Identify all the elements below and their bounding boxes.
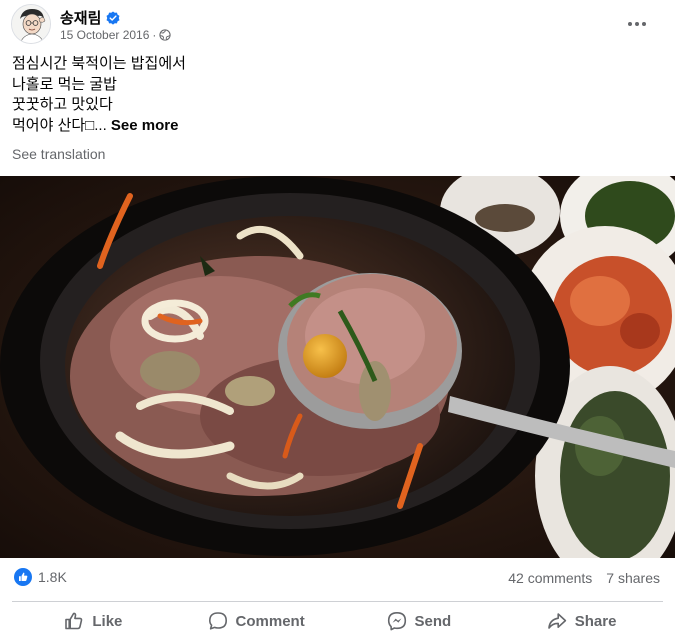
reaction-summary[interactable]: 1.8K (14, 568, 67, 586)
post-photo[interactable] (0, 176, 675, 558)
see-translation-link[interactable]: See translation (12, 146, 105, 162)
comment-label: Comment (235, 612, 305, 630)
comment-button[interactable]: Comment (175, 604, 338, 638)
share-button[interactable]: Share (500, 604, 663, 638)
post-text: 점심시간 북적이는 밥집에서 나홀로 먹는 굴밥 꿋꿋하고 맛있다 먹어야 산다… (12, 54, 186, 136)
post-text-line: 꿋꿋하고 맛있다 (12, 96, 113, 113)
post-text-last-line: 먹어야 산다□... See more (12, 116, 186, 137)
send-label: Send (414, 612, 452, 630)
like-reaction-icon (14, 568, 32, 586)
author-avatar[interactable] (11, 4, 51, 44)
meta-separator: · (152, 28, 157, 42)
comments-count[interactable]: 42 comments (508, 570, 592, 586)
like-button[interactable]: Like (12, 604, 175, 638)
share-label: Share (574, 612, 617, 630)
post-actions-bar: Like Comment Send Share (12, 604, 663, 638)
post-meta: 15 October 2016 · (60, 28, 172, 42)
see-more-link[interactable]: See more (111, 117, 179, 134)
like-label: Like (92, 612, 123, 630)
send-button[interactable]: Send (338, 604, 501, 638)
post-date[interactable]: 15 October 2016 (60, 28, 149, 42)
post-text-line: 점심시간 북적이는 밥집에서 (12, 55, 186, 72)
post-text-line: 먹어야 산다□... (12, 116, 107, 134)
post-header: 송재림 15 October 2016 · (0, 0, 675, 50)
reaction-count: 1.8K (38, 569, 67, 585)
share-arrow-icon (547, 613, 566, 629)
shares-count[interactable]: 7 shares (606, 570, 660, 586)
globe-icon[interactable] (159, 29, 172, 41)
verified-badge-icon (106, 10, 120, 25)
more-options-icon (628, 22, 646, 26)
thumbs-up-icon (65, 612, 83, 630)
comment-bubble-icon (208, 612, 227, 630)
post-text-line: 나홀로 먹는 굴밥 (12, 75, 117, 93)
engagement-counts: 42 comments 7 shares (508, 570, 660, 586)
actions-divider (12, 601, 663, 602)
more-options-button[interactable] (619, 12, 655, 36)
messenger-send-icon (387, 612, 406, 631)
author-name[interactable]: 송재림 (60, 7, 101, 28)
author-name-row: 송재림 (60, 7, 120, 28)
